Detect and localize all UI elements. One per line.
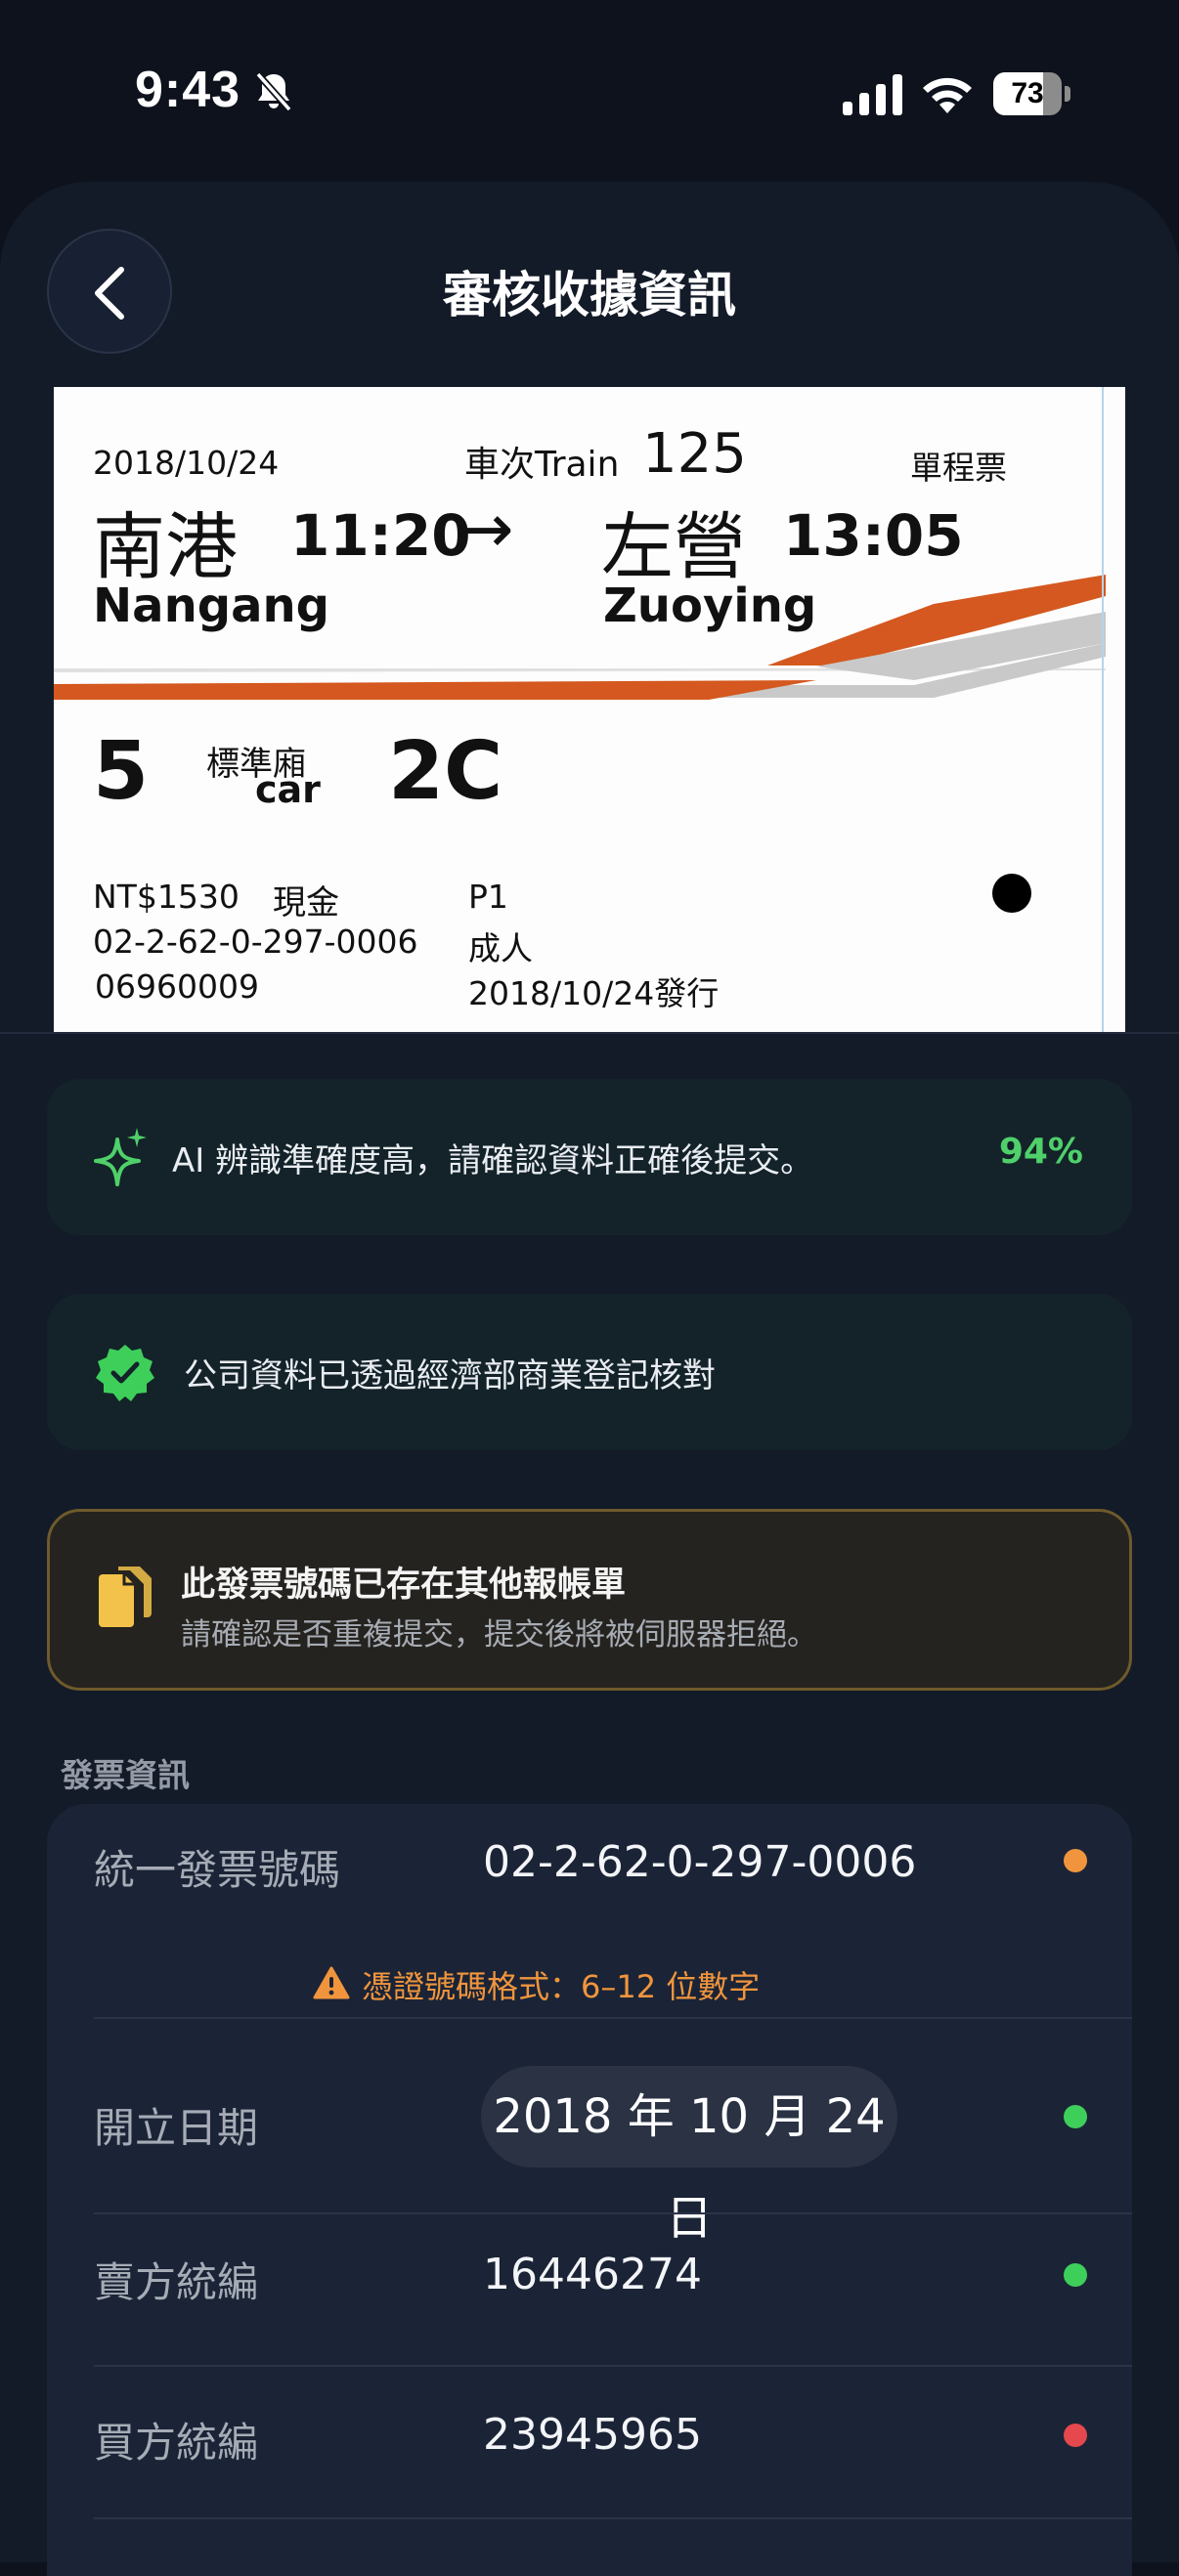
- row-divider: [94, 2017, 1132, 2019]
- wifi-icon: [923, 77, 972, 113]
- status-bar: 9:43 73: [0, 0, 1179, 176]
- divider: [0, 1032, 1179, 1034]
- ticket-train-label: 車次Train: [464, 445, 620, 485]
- ticket-number: 02-2-62-0-297-0006: [93, 923, 418, 961]
- seller-tax-id-status-dot: [1064, 2263, 1087, 2287]
- buyer-tax-id-label: 買方統編: [94, 2419, 259, 2467]
- format-error-text: 憑證號碼格式：6–12 位數字: [362, 1968, 761, 2005]
- ticket-arrival-time: 13:05: [783, 502, 964, 569]
- ticket-passenger: 成人: [468, 929, 533, 967]
- ticket-origin: 南港: [93, 505, 238, 589]
- ticket-type: 單程票: [910, 449, 1007, 487]
- ticket-price: NT$1530: [93, 878, 240, 916]
- issue-date-label: 開立日期: [94, 2104, 259, 2152]
- receipt-image[interactable]: 2018/10/24 車次Train 125 單程票 南港 11:20 → 左營…: [54, 387, 1125, 1032]
- seller-tax-id-field[interactable]: 16446274: [483, 2250, 702, 2299]
- ticket-destination-en: Zuoying: [603, 579, 817, 633]
- ticket-origin-en: Nangang: [93, 579, 330, 633]
- ticket-serial: 06960009: [95, 967, 259, 1006]
- invoice-number-field[interactable]: 02-2-62-0-297-0006: [483, 1837, 916, 1887]
- ticket-platform: P1: [468, 878, 508, 916]
- warning-triangle-icon: [313, 1966, 350, 1999]
- issue-date-status-dot: [1064, 2105, 1087, 2128]
- ticket-seat: 2C: [388, 725, 503, 818]
- issue-date-value: 2018 年 10 月 24 日: [493, 2089, 886, 2246]
- invoice-number-label: 統一發票號碼: [94, 1846, 341, 1894]
- buyer-tax-id-field[interactable]: 23945965: [483, 2410, 702, 2460]
- invoice-number-status-dot: [1064, 1849, 1087, 1872]
- invoice-form: 統一發票號碼 02-2-62-0-297-0006 憑證號碼格式：6–12 位數…: [47, 1804, 1132, 2576]
- duplicate-document-icon: [99, 1567, 152, 1627]
- seller-tax-id-label: 賣方統編: [94, 2258, 259, 2306]
- status-time: 9:43: [135, 62, 241, 118]
- row-divider: [94, 2517, 1132, 2519]
- duplicate-warning-message: 請確認是否重複提交，提交後將被伺服器拒絕。: [181, 1617, 817, 1653]
- ticket-destination: 左營: [601, 505, 746, 589]
- verified-badge-icon: [96, 1345, 154, 1401]
- bell-muted-icon: [255, 71, 292, 112]
- ticket-car-label: car: [255, 768, 321, 811]
- section-label-invoice: 發票資訊: [61, 1756, 190, 1794]
- ticket-train-number: 125: [642, 422, 747, 486]
- ai-confidence-value: 94%: [998, 1132, 1083, 1172]
- row-divider: [94, 2212, 1132, 2214]
- row-divider: [94, 2365, 1132, 2367]
- company-verified-text: 公司資料已透過經濟部商業登記核對: [184, 1356, 716, 1395]
- company-verified-banner: 公司資料已透過經濟部商業登記核對: [47, 1294, 1132, 1450]
- ticket-issued: 2018/10/24發行: [468, 974, 720, 1012]
- buyer-tax-id-status-dot: [1064, 2424, 1087, 2447]
- cellular-signal-icon: [843, 74, 902, 115]
- ticket-car-number: 5: [93, 725, 150, 818]
- issue-date-picker[interactable]: 2018 年 10 月 24 日: [481, 2066, 897, 2246]
- sparkle-icon: [94, 1128, 147, 1186]
- duplicate-warning-title: 此發票號碼已存在其他報帳單: [181, 1566, 627, 1605]
- ticket-payment: 現金: [273, 883, 339, 923]
- page-title: 審核收據資訊: [443, 267, 736, 323]
- ai-confidence-text: AI 辨識準確度高，請確認資料正確後提交。: [172, 1141, 814, 1181]
- ticket-mark: [992, 874, 1031, 913]
- duplicate-warning-banner: 此發票號碼已存在其他報帳單 請確認是否重複提交，提交後將被伺服器拒絕。: [47, 1509, 1132, 1691]
- ticket-date: 2018/10/24: [93, 444, 280, 482]
- ticket-departure-time: 11:20: [290, 502, 471, 569]
- ticket-arrow: →: [457, 489, 514, 569]
- ai-confidence-banner: AI 辨識準確度高，請確認資料正確後提交。 94%: [47, 1079, 1132, 1235]
- battery-indicator: 73: [993, 72, 1071, 115]
- invoice-number-format-error: 憑證號碼格式：6–12 位數字: [313, 1962, 761, 2007]
